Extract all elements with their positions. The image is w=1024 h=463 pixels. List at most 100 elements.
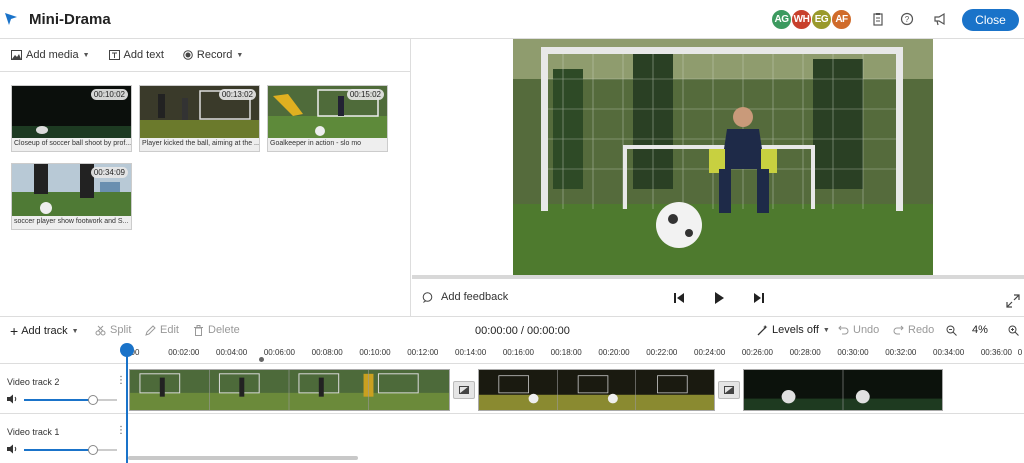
ruler-tick-label: 0	[1017, 348, 1023, 357]
chevron-down-icon: ▼	[71, 327, 79, 335]
clip-caption: Goalkeeper in action - slo mo	[268, 138, 387, 151]
add-text-button[interactable]: Add text	[108, 49, 164, 61]
transition-button[interactable]	[453, 381, 475, 399]
zoom-out-icon[interactable]	[946, 325, 957, 336]
avatar[interactable]: AF	[831, 9, 852, 30]
volume-slider-handle[interactable]	[87, 445, 98, 455]
volume-slider[interactable]	[24, 395, 117, 405]
edit-label: Edit	[160, 324, 179, 336]
add-text-label: Add text	[123, 49, 164, 61]
transition-icon	[724, 386, 734, 394]
ruler-tick-label: 00:24:00	[694, 348, 726, 357]
fullscreen-icon[interactable]	[1006, 294, 1020, 308]
timeline-toolbar: + Add track ▼ Split Edit Delete 00:00:00…	[0, 316, 1024, 343]
scissors-icon	[95, 325, 106, 335]
ruler-tick-label: 00:14:00	[455, 348, 487, 357]
clip-duration: 00:10:02	[90, 89, 128, 100]
ruler-tick-label: 00:28:00	[789, 348, 821, 357]
undo-icon	[838, 325, 849, 334]
chevron-down-icon: ▼	[82, 51, 90, 59]
announcement-icon[interactable]	[933, 12, 947, 26]
volume-slider[interactable]	[24, 445, 117, 455]
add-track-label: Add track	[21, 325, 68, 337]
delete-label: Delete	[208, 324, 240, 336]
redo-button[interactable]: Redo	[893, 324, 934, 336]
app-header: Mini-Drama AG WH EG AF ? Close	[0, 0, 1024, 39]
volume-icon[interactable]	[6, 394, 18, 404]
media-clip[interactable]: 00:10:02 Closeup of soccer ball shoot by…	[11, 85, 132, 152]
ruler-tick-label: 00:36:00	[980, 348, 1012, 357]
add-media-button[interactable]: Add media ▼	[11, 49, 90, 61]
playhead-handle[interactable]	[120, 343, 134, 357]
avatar[interactable]: WH	[791, 9, 812, 30]
track-header-video-2: Video track 2 ⋮	[0, 363, 126, 413]
record-button[interactable]: Record ▼	[183, 49, 243, 61]
transition-button[interactable]	[718, 381, 740, 399]
delete-button[interactable]: Delete	[193, 324, 240, 336]
avatar[interactable]: AG	[771, 9, 792, 30]
zoom-level: 4%	[972, 324, 988, 336]
preview-video[interactable]	[513, 39, 933, 275]
skip-back-icon[interactable]	[672, 291, 686, 305]
ruler-tick-label: 00:26:00	[741, 348, 773, 357]
clip-caption: soccer player show footwork and S...	[12, 216, 131, 229]
ruler-tick-label: 00:12:00	[407, 348, 439, 357]
preview-controls: Add feedback	[412, 285, 1024, 309]
comment-icon	[422, 291, 433, 303]
more-vertical-icon[interactable]: ⋮	[116, 375, 126, 386]
project-title: Mini-Drama	[29, 10, 111, 28]
ruler-tick-label: 00:08:00	[311, 348, 343, 357]
ruler-tick-label: 00:10:00	[359, 348, 391, 357]
app-logo-icon	[5, 13, 17, 25]
media-clip[interactable]: 00:34:09 soccer player show footwork and…	[11, 163, 132, 230]
clip-duration: 00:13:02	[218, 89, 256, 100]
volume-icon[interactable]	[6, 444, 18, 454]
image-icon	[11, 50, 22, 60]
media-clip[interactable]: 00:15:02 Goalkeeper in action - slo mo	[267, 85, 388, 152]
video-segment[interactable]	[478, 369, 715, 411]
more-vertical-icon[interactable]: ⋮	[116, 425, 126, 436]
play-icon[interactable]	[712, 291, 726, 305]
undo-label: Undo	[853, 324, 880, 336]
preview-scrubber[interactable]	[412, 275, 1024, 279]
edit-button[interactable]: Edit	[145, 324, 179, 336]
video-editor-app: Mini-Drama AG WH EG AF ? Close Add media…	[0, 0, 1024, 463]
timeline-marker[interactable]	[259, 357, 264, 362]
preview-panel: Add feedback	[412, 39, 1024, 316]
zoom-in-icon[interactable]	[1008, 325, 1019, 336]
close-button[interactable]: Close	[962, 9, 1019, 31]
clip-caption: Player kicked the ball, aiming at the ..…	[140, 138, 259, 151]
levels-dropdown[interactable]: Levels off ▼	[757, 324, 830, 336]
add-track-button[interactable]: + Add track ▼	[10, 323, 79, 339]
pencil-icon	[145, 324, 156, 336]
ruler-tick-label: 00:20:00	[598, 348, 630, 357]
clip-caption: Closeup of soccer ball shoot by prof...	[12, 138, 131, 151]
media-toolbar: Add media ▼ Add text Record ▼	[0, 39, 411, 72]
help-icon[interactable]: ?	[900, 12, 914, 26]
record-label: Record	[196, 49, 233, 61]
clipboard-icon[interactable]	[871, 12, 885, 26]
undo-button[interactable]: Undo	[838, 324, 879, 336]
timeline-scrollbar[interactable]	[128, 456, 358, 460]
volume-slider-handle[interactable]	[87, 395, 98, 405]
ruler-tick-label: 00:18:00	[550, 348, 582, 357]
ruler-tick-label: 00:22:00	[646, 348, 678, 357]
levels-label: Levels off	[772, 324, 819, 336]
track-name: Video track 1	[7, 427, 60, 437]
add-feedback-button[interactable]: Add feedback	[422, 291, 508, 303]
redo-icon	[893, 325, 904, 334]
video-segment[interactable]	[129, 369, 450, 411]
transition-icon	[459, 386, 469, 394]
video-segment[interactable]	[743, 369, 943, 411]
media-clip[interactable]: 00:13:02 Player kicked the ball, aiming …	[139, 85, 260, 152]
split-button[interactable]: Split	[95, 324, 131, 336]
ruler-tick-label: 00:16:00	[502, 348, 534, 357]
redo-label: Redo	[908, 324, 935, 336]
avatar[interactable]: EG	[811, 9, 832, 30]
ruler-tick-label: 00:04:00	[216, 348, 248, 357]
skip-forward-icon[interactable]	[752, 291, 766, 305]
volume-slider-fill	[24, 449, 93, 451]
wand-icon	[757, 324, 768, 335]
ruler-tick-label: 00:30:00	[837, 348, 869, 357]
track-lane-video-2[interactable]	[128, 363, 1024, 413]
